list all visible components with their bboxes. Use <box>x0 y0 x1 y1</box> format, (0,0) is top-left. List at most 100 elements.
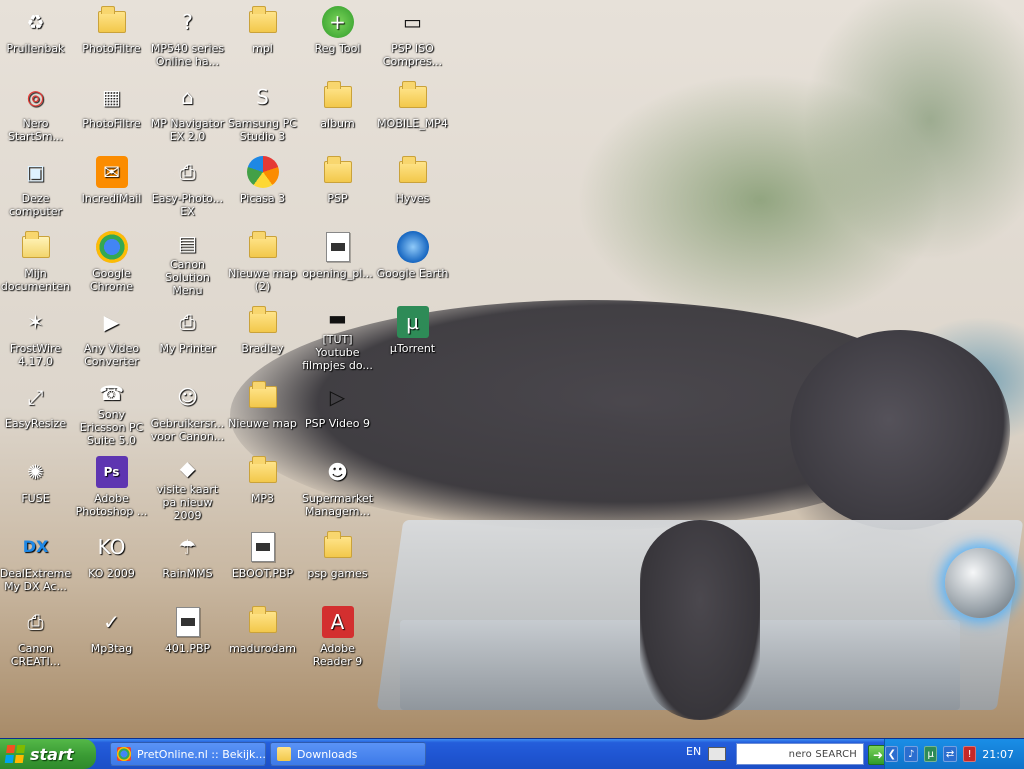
desktop-icon-opening[interactable]: opening_pl... <box>300 227 375 297</box>
desktop-icon-madurodam[interactable]: madurodam <box>225 602 300 672</box>
utorrent-icon: µ <box>396 306 429 338</box>
nero-search-field[interactable]: nero SEARCH <box>736 743 864 765</box>
desktop-icon-photoshop[interactable]: Ps Adobe Photoshop ... <box>74 452 149 522</box>
desktop-icon-label: madurodam <box>229 642 296 655</box>
scanner-icon: ⌂ <box>181 85 194 109</box>
desktop-icon-utorrent[interactable]: µ µTorrent <box>375 302 450 372</box>
desktop-icon-frostwire[interactable]: ✶ FrostWire 4.17.0 <box>0 302 73 372</box>
desktop-icon-anyvideo[interactable]: ▶ Any Video Converter <box>74 302 149 372</box>
clock[interactable]: 21:07 <box>982 748 1014 761</box>
desktop-icon-supermarket[interactable]: ☻ Supermarket Managem... <box>300 452 375 522</box>
desktop-icon-mpnavigator[interactable]: ⌂ MP Navigator EX 2.0 <box>150 77 225 147</box>
desktop-icon-visitekaart[interactable]: ◆ visite kaart pa nieuw 2009 <box>150 452 225 523</box>
video-converter-icon: ▶ <box>103 310 120 334</box>
language-indicator[interactable]: EN <box>686 745 701 758</box>
desktop-icon-prullenbak[interactable]: ♻ Prullenbak <box>0 2 73 72</box>
taskbar-button-pretonline[interactable]: PretOnline.nl :: Bekijk... <box>110 742 266 766</box>
desktop-icon-label: Supermarket Managem... <box>301 492 374 518</box>
desktop-icon-psp[interactable]: PSP <box>300 152 375 222</box>
adobe-reader-icon: A <box>321 606 354 638</box>
desktop-icon-mijndocumenten[interactable]: Mijn documenten <box>0 227 73 297</box>
photoshop-icon: Ps <box>95 456 128 488</box>
desktop-icon-canoncreati[interactable]: ⎙ Canon CREATI... <box>0 602 73 672</box>
desktop-icon-dezecomputer[interactable]: ▣ Deze computer <box>0 152 73 222</box>
desktop-icon-label: [TUT] Youtube filmpjes do... <box>302 333 373 372</box>
desktop-icon-hyves[interactable]: Hyves <box>375 152 450 222</box>
desktop-icon-mp3tag[interactable]: ✓ Mp3tag <box>74 602 149 672</box>
desktop-icon-album[interactable]: album <box>300 77 375 147</box>
nero-icon: ◎ <box>26 85 45 109</box>
desktop-icon-bradley[interactable]: Bradley <box>225 302 300 372</box>
desktop-icon-label: MP3 <box>250 492 275 505</box>
frostwire-icon: ✶ <box>27 310 44 334</box>
desktop-icon-label: Any Video Converter <box>83 342 140 368</box>
desktop-icon-label: opening_pl... <box>302 267 373 280</box>
desktop-icon-label: Mp3tag <box>90 642 133 655</box>
start-button[interactable]: start <box>0 739 96 769</box>
nero-search-label: nero SEARCH <box>788 748 857 760</box>
desktop-icon-label: Picasa 3 <box>239 192 286 205</box>
file-icon <box>172 606 204 638</box>
desktop-icon-label: Prullenbak <box>6 42 65 55</box>
desktop-icon-label: µTorrent <box>389 342 436 355</box>
desktop-icon-googleearth[interactable]: Google Earth <box>375 227 450 297</box>
back-arrow-icon[interactable]: ❮ <box>885 746 899 762</box>
desktop-icon-chrome[interactable]: Google Chrome <box>74 227 149 297</box>
desktop-icon-easyresize[interactable]: ⤢ EasyResize <box>0 377 73 447</box>
desktop-icon-mp540[interactable]: ? MP540 series Online ha... <box>150 2 225 72</box>
desktop-icon-eboot[interactable]: EBOOT.PBP <box>225 527 300 597</box>
mp3tag-icon: ✓ <box>103 610 120 634</box>
desktop-icon-mobile_mp4[interactable]: MOBILE_MP4 <box>375 77 450 147</box>
utorrent-tray-icon[interactable]: µ <box>923 746 938 762</box>
folder-icon <box>247 381 279 413</box>
desktop-icon-photofiltre-folder[interactable]: PhotoFiltre <box>74 2 149 72</box>
folder-icon <box>277 747 291 761</box>
desktop-icon-401pbp[interactable]: 401.PBP <box>150 602 225 672</box>
desktop-icon-incredimail[interactable]: ✉ IncrediMail <box>74 152 149 222</box>
desktop-icon-label: psp games <box>307 567 368 580</box>
start-label: start <box>30 744 74 764</box>
fuse-icon: ✺ <box>27 460 44 484</box>
desktop-icon-easyphoto[interactable]: ⎙ Easy-Photo... EX <box>150 152 225 222</box>
desktop-icon-nero[interactable]: ◎ Nero StartSm... <box>0 77 73 147</box>
desktop-icon-sonyericsson[interactable]: ☎ Sony Ericsson PC Suite 5.0 <box>74 377 149 448</box>
desktop-icon-picasa[interactable]: Picasa 3 <box>225 152 300 222</box>
system-tray: ❮ ♪ µ ⇄ ! 21:07 <box>884 739 1024 769</box>
computer-icon: ▣ <box>26 160 45 184</box>
phone-icon: ☎ <box>99 380 124 405</box>
keyboard-icon[interactable] <box>708 747 726 761</box>
desktop-icon-label: PSP ISO Compres... <box>382 42 443 68</box>
network-icon[interactable]: ⇄ <box>943 746 957 762</box>
desktop-icon-fuse[interactable]: ✺ FUSE <box>0 452 73 522</box>
desktop-icon-gebruikers[interactable]: ☺ Gebruikersr... voor Canon... <box>150 377 225 447</box>
desktop-icon-canonsolution[interactable]: ▤ Canon Solution Menu <box>150 227 225 298</box>
desktop-icon-nieuwemap2[interactable]: Nieuwe map (2) <box>225 227 300 297</box>
desktop-icon-nieuwemap[interactable]: Nieuwe map <box>225 377 300 447</box>
desktop-icon-label: PSP Video 9 <box>304 417 371 430</box>
mail-icon: ✉ <box>95 156 128 188</box>
cube-icon: ◆ <box>179 455 196 480</box>
desktop-icon-label: EBOOT.PBP <box>231 567 294 580</box>
volume-icon[interactable]: ♪ <box>904 746 918 762</box>
desktop-icon-label: visite kaart pa nieuw 2009 <box>156 483 219 522</box>
desktop-icon-ko2009[interactable]: KO KO 2009 <box>74 527 149 597</box>
desktop-icon-photofiltre[interactable]: ▦ PhotoFiltre <box>74 77 149 147</box>
desktop-icon-samsungpc[interactable]: S Samsung PC Studio 3 <box>225 77 300 147</box>
desktop-icon-pspiso[interactable]: ▭ PSP ISO Compres... <box>375 2 450 72</box>
folder-icon <box>96 6 128 38</box>
desktop-icon-mp3[interactable]: MP3 <box>225 452 300 522</box>
desktop-icon-myprinter[interactable]: ⎙ My Printer <box>150 302 225 372</box>
desktop-icon-tut[interactable]: ▬ [TUT] Youtube filmpjes do... <box>300 302 375 373</box>
desktop-icon-pspgames[interactable]: psp games <box>300 527 375 597</box>
taskbar-button-downloads[interactable]: Downloads <box>270 742 426 766</box>
desktop-icon-mpl[interactable]: mpl <box>225 2 300 72</box>
desktop-icon-dealextreme[interactable]: DX DealExtreme My DX Ac... <box>0 527 73 597</box>
folder-icon <box>322 81 354 113</box>
desktop-icon-rainmms[interactable]: ☂ RainMMS <box>150 527 225 597</box>
desktop-icon-label: MOBILE_MP4 <box>377 117 448 130</box>
desktop: ♻ Prullenbak PhotoFiltre? MP540 series Onli… <box>0 0 1024 738</box>
desktop-icon-pspvideo9[interactable]: ▷ PSP Video 9 <box>300 377 375 447</box>
desktop-icon-adobereader[interactable]: A Adobe Reader 9 <box>300 602 375 672</box>
desktop-icon-regtool[interactable]: + Reg Tool <box>300 2 375 72</box>
alert-icon[interactable]: ! <box>962 746 977 762</box>
